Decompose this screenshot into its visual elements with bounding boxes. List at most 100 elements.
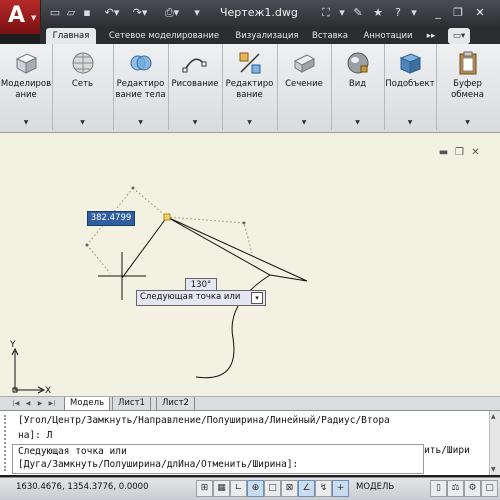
help-dropdown-icon[interactable]: ▾ <box>406 5 422 21</box>
model-space-button[interactable]: МОДЕЛЬ <box>356 482 394 492</box>
chevron-down-icon: ▼ <box>465 119 470 126</box>
coordinates-display[interactable]: 1630.4676, 1354.3776, 0.0000 <box>16 482 148 492</box>
vertex-marker <box>163 213 171 221</box>
tab-layout2[interactable]: Лист2 <box>156 397 195 411</box>
close-icon[interactable]: ✕ <box>472 5 488 21</box>
view-icon <box>347 52 368 74</box>
panel-label: Сечение <box>285 79 323 89</box>
new-icon[interactable]: ▭ <box>48 6 62 20</box>
tab-home[interactable]: Главная <box>46 28 96 44</box>
ortho-mode-icon[interactable]: ∟ <box>230 480 247 497</box>
help-icon[interactable]: ? <box>390 5 406 21</box>
tab-insert[interactable]: Вставка <box>308 28 352 44</box>
annotation-scale-icon[interactable]: ⚖ <box>447 480 464 497</box>
chevron-down-icon: ▼ <box>407 119 413 126</box>
binoculars-icon[interactable]: ⛶ <box>318 5 334 21</box>
qat-menu-icon[interactable]: ▾ <box>190 6 204 20</box>
command-prompt-line: Следующая точка или <box>18 446 127 457</box>
chevron-down-icon: ▼ <box>138 119 143 126</box>
panel-label: Моделиров ание <box>0 79 52 100</box>
tab-model[interactable]: Модель <box>64 397 111 411</box>
object-snap-icon[interactable]: □ <box>264 480 281 497</box>
guide-node <box>242 221 246 225</box>
guide-node <box>131 186 135 190</box>
prev-tab-icon[interactable]: ◀ <box>24 399 32 409</box>
panel-draw[interactable]: Рисование ▼ <box>168 44 223 130</box>
snap-mode-icon[interactable]: ⊞ <box>196 480 213 497</box>
panel-label: Рисование <box>171 79 219 89</box>
tab-layout1[interactable]: Лист1 <box>112 397 151 411</box>
viewport-scale-icon[interactable]: ▯ <box>430 480 447 497</box>
panel-label: Буфер обмена <box>451 79 484 100</box>
tab-render[interactable]: Визуализация <box>232 28 302 44</box>
grid-display-icon[interactable]: ▦ <box>213 480 230 497</box>
command-grip[interactable] <box>4 415 12 471</box>
command-window[interactable]: [Угол/Центр/Замкнуть/Направление/Полушир… <box>0 410 500 475</box>
polar-tracking-icon[interactable]: ⊕ <box>247 480 264 497</box>
panel-view[interactable]: Вид ▼ <box>331 44 385 130</box>
panel-modeling[interactable]: Моделиров ание ▼ <box>0 44 53 130</box>
chevron-down-icon: ▼ <box>31 14 37 22</box>
undo-icon[interactable]: ↶▾ <box>100 6 124 20</box>
document-title: Чертеж1.dwg <box>220 6 298 19</box>
tab-annotate[interactable]: Аннотации <box>358 28 418 44</box>
panel-label: Сеть <box>71 79 94 89</box>
panel-mesh[interactable]: Сеть ▼ <box>52 44 114 130</box>
3d-object-snap-icon[interactable]: ⊠ <box>281 480 298 497</box>
application-menu-button[interactable]: A ▼ <box>0 0 41 34</box>
panel-subobject[interactable]: Подобъект ▼ <box>384 44 437 130</box>
rubber-band-line <box>121 216 168 279</box>
polyline-segment <box>166 216 308 282</box>
dynamic-ucs-icon[interactable]: ↯ <box>315 480 332 497</box>
draw-icon <box>182 58 207 73</box>
dynamic-prompt: Следующая точка или ▾ <box>136 290 266 306</box>
scroll-up-icon[interactable]: ▲ <box>491 413 496 420</box>
panel-label: Редактиро вание тела <box>115 79 166 100</box>
box-modeling-icon <box>15 53 38 74</box>
dynamic-prompt-text: Следующая точка или <box>140 292 241 302</box>
first-tab-icon[interactable]: |◀ <box>12 399 20 409</box>
tab-mesh-modeling[interactable]: Сетевое моделирование <box>102 28 226 44</box>
drawing-geometry: Y X <box>9 186 308 396</box>
guide-node <box>85 243 89 247</box>
options-down-icon[interactable]: ▾ <box>251 292 263 304</box>
ucs-x-label: X <box>45 386 51 396</box>
redo-icon[interactable]: ↷▾ <box>128 6 152 20</box>
chevron-down-icon: ▼ <box>80 119 85 126</box>
last-tab-icon[interactable]: ▶| <box>48 399 56 409</box>
more-tabs-icon[interactable]: ▸▸ <box>424 28 438 44</box>
autocad-a-icon: A <box>8 3 26 28</box>
mesh-icon <box>72 52 93 74</box>
chevron-down-icon: ▼ <box>355 119 360 126</box>
scroll-down-icon[interactable]: ▼ <box>491 466 496 473</box>
restore-icon[interactable]: ❐ <box>450 5 466 21</box>
panel-section[interactable]: Сечение ▼ <box>277 44 332 130</box>
next-tab-icon[interactable]: ▶ <box>36 399 44 409</box>
layout-tab-bar: |◀ ◀ ▶ ▶| Модель Лист1 Лист2 <box>0 396 500 411</box>
command-scrollbar[interactable]: ▲ ▼ <box>489 411 500 475</box>
dynamic-input-icon[interactable]: + <box>332 480 349 497</box>
panel-clipboard[interactable]: Буфер обмена ▼ <box>436 44 499 130</box>
panel-solid-editing[interactable]: Редактиро вание тела ▼ <box>113 44 169 130</box>
panel-label: Подобъект <box>385 79 435 89</box>
panel-label: Вид <box>348 79 367 89</box>
ribbon-minimize-button[interactable]: ▭▾ <box>448 28 470 44</box>
angle-guide <box>86 187 253 274</box>
save-icon[interactable]: ▪ <box>80 6 94 20</box>
wrench-icon[interactable]: ✎ <box>350 5 366 21</box>
clean-screen-icon[interactable]: ▢ <box>481 480 498 497</box>
panel-modify[interactable]: Редактиро вание ▼ <box>222 44 278 130</box>
open-icon[interactable]: ▱ <box>64 6 78 20</box>
object-snap-tracking-icon[interactable]: ∠ <box>298 480 315 497</box>
solid-edit-icon <box>130 55 151 71</box>
plot-icon[interactable]: ⎙▾ <box>160 6 184 20</box>
panel-label: Редактиро вание <box>225 79 274 100</box>
workspace-icon[interactable]: ⚙ <box>464 480 481 497</box>
dropdown-icon[interactable]: ▾ <box>334 5 350 21</box>
star-icon[interactable]: ★ <box>370 5 386 21</box>
command-input[interactable]: Следующая точка или [Дуга/Замкнуть/Полуш… <box>12 444 424 474</box>
ribbon-tab-bar: Главная Сетевое моделирование Визуализац… <box>40 28 500 44</box>
length-input-field[interactable]: 382.4799 <box>87 211 135 226</box>
minimize-icon[interactable]: _ <box>430 5 446 21</box>
command-history-line: на]: Л <box>18 430 53 441</box>
